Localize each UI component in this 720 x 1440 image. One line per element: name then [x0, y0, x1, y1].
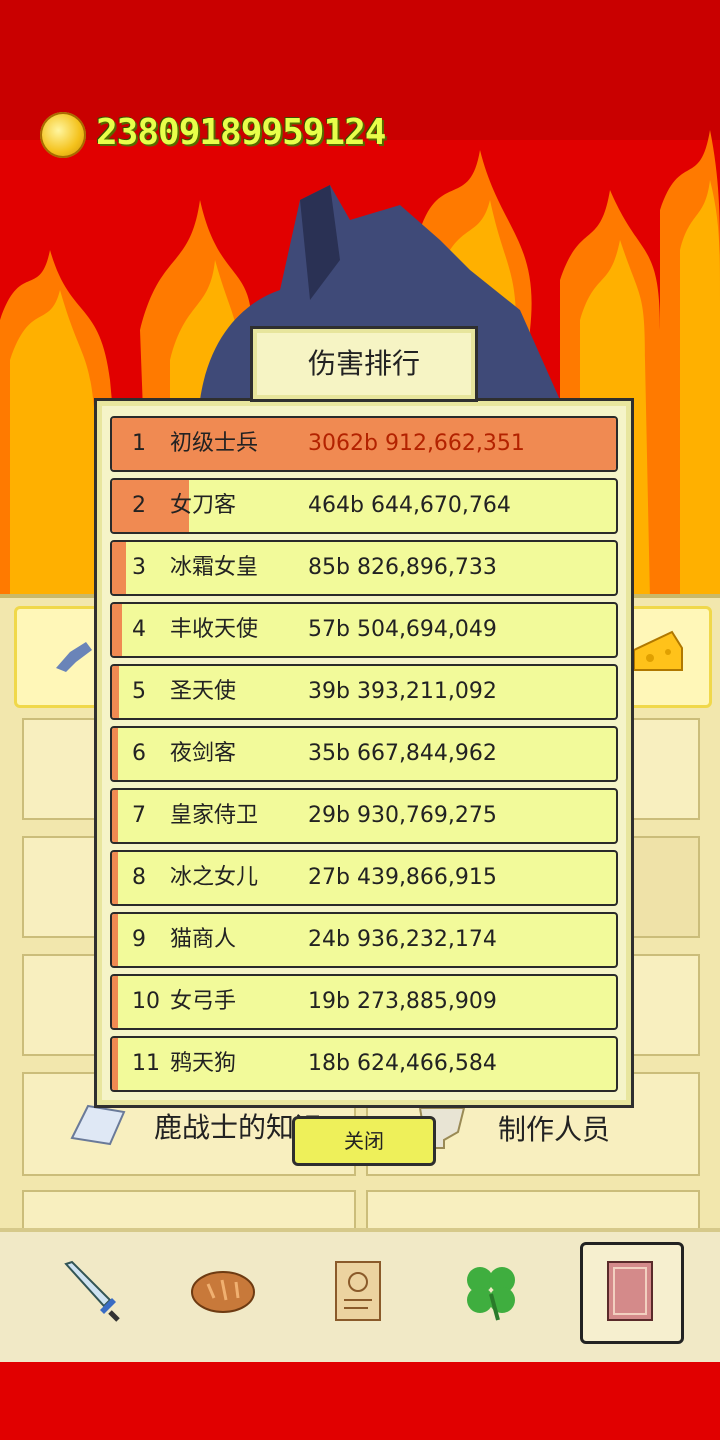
- damage-share-bar: [112, 976, 119, 1028]
- damage-share-bar: [112, 852, 119, 904]
- damage-share-bar: [112, 542, 127, 594]
- blue-bird-icon: [52, 632, 96, 676]
- damage-value: 85b 826,896,733: [308, 555, 497, 580]
- rank-number: 4: [132, 617, 146, 642]
- hero-name: 女弓手: [170, 989, 237, 1014]
- hero-name: 皇家侍卫: [170, 803, 259, 828]
- menu-card[interactable]: [630, 718, 700, 820]
- bread-icon[interactable]: [190, 1262, 256, 1318]
- rank-number: 1: [132, 431, 146, 456]
- ranking-row[interactable]: 6 夜剑客 35b 667,844,962: [110, 726, 618, 782]
- damage-value: 24b 936,232,174: [308, 927, 497, 952]
- ranking-row[interactable]: 5 圣天使 39b 393,211,092: [110, 664, 618, 720]
- menu-card[interactable]: [630, 954, 700, 1056]
- sword-icon[interactable]: [60, 1258, 124, 1322]
- cheese-icon: [632, 628, 684, 674]
- damage-value: 57b 504,694,049: [308, 617, 497, 642]
- rank-number: 9: [132, 927, 146, 952]
- ranking-row[interactable]: 11 鸦天狗 18b 624,466,584: [110, 1036, 618, 1092]
- damage-share-bar: [112, 604, 122, 656]
- ranking-row[interactable]: 4 丰收天使 57b 504,694,049: [110, 602, 618, 658]
- ranking-row[interactable]: 3 冰霜女皇 85b 826,896,733: [110, 540, 618, 596]
- damage-value: 29b 930,769,275: [308, 803, 497, 828]
- ranking-row[interactable]: 1 初级士兵 3062b 912,662,351: [110, 416, 618, 472]
- credits-label: 制作人员: [498, 1113, 611, 1146]
- rank-number: 2: [132, 493, 146, 518]
- damage-share-bar: [112, 728, 119, 780]
- damage-value: 18b 624,466,584: [308, 1051, 497, 1076]
- ranking-row[interactable]: 2 女刀客 464b 644,670,764: [110, 478, 618, 534]
- damage-value: 3062b 912,662,351: [308, 431, 525, 456]
- ranking-row[interactable]: 7 皇家侍卫 29b 930,769,275: [110, 788, 618, 844]
- damage-value: 35b 667,844,962: [308, 741, 497, 766]
- damage-value: 19b 273,885,909: [308, 989, 497, 1014]
- rank-number: 5: [132, 679, 146, 704]
- damage-value: 464b 644,670,764: [308, 493, 511, 518]
- hero-name: 女刀客: [170, 493, 237, 518]
- hero-name: 冰之女儿: [170, 865, 259, 890]
- menu-card[interactable]: [630, 836, 700, 938]
- damage-share-bar: [112, 790, 119, 842]
- dialog-title: 伤害排行: [307, 347, 420, 380]
- ranking-row[interactable]: 9 猫商人 24b 936,232,174: [110, 912, 618, 968]
- rank-number: 10: [132, 989, 160, 1014]
- hero-name: 丰收天使: [170, 617, 259, 642]
- clover-icon[interactable]: [458, 1258, 524, 1324]
- hero-name: 圣天使: [170, 679, 237, 704]
- damage-share-bar: [112, 666, 119, 718]
- rank-number: 11: [132, 1051, 160, 1076]
- damage-share-bar: [112, 1038, 119, 1090]
- rank-number: 3: [132, 555, 146, 580]
- hero-name: 猫商人: [170, 927, 237, 952]
- rank-number: 8: [132, 865, 146, 890]
- close-button[interactable]: 关闭: [292, 1116, 436, 1166]
- damage-value: 27b 439,866,915: [308, 865, 497, 890]
- hero-name: 夜剑客: [170, 741, 237, 766]
- book-icon[interactable]: [600, 1258, 658, 1324]
- ranking-row[interactable]: 8 冰之女儿 27b 439,866,915: [110, 850, 618, 906]
- coin-balance: 23809189959124: [96, 112, 386, 153]
- rank-number: 6: [132, 741, 146, 766]
- gold-coin-icon: [40, 112, 86, 158]
- hero-name: 初级士兵: [170, 431, 259, 456]
- dialog-title-box: 伤害排行: [250, 326, 478, 402]
- rank-number: 7: [132, 803, 146, 828]
- damage-value: 39b 393,211,092: [308, 679, 497, 704]
- hero-name: 鸦天狗: [170, 1051, 237, 1076]
- hero-name: 冰霜女皇: [170, 555, 259, 580]
- ranking-row[interactable]: 10 女弓手 19b 273,885,909: [110, 974, 618, 1030]
- scroll-icon[interactable]: [326, 1256, 390, 1326]
- damage-share-bar: [112, 914, 119, 966]
